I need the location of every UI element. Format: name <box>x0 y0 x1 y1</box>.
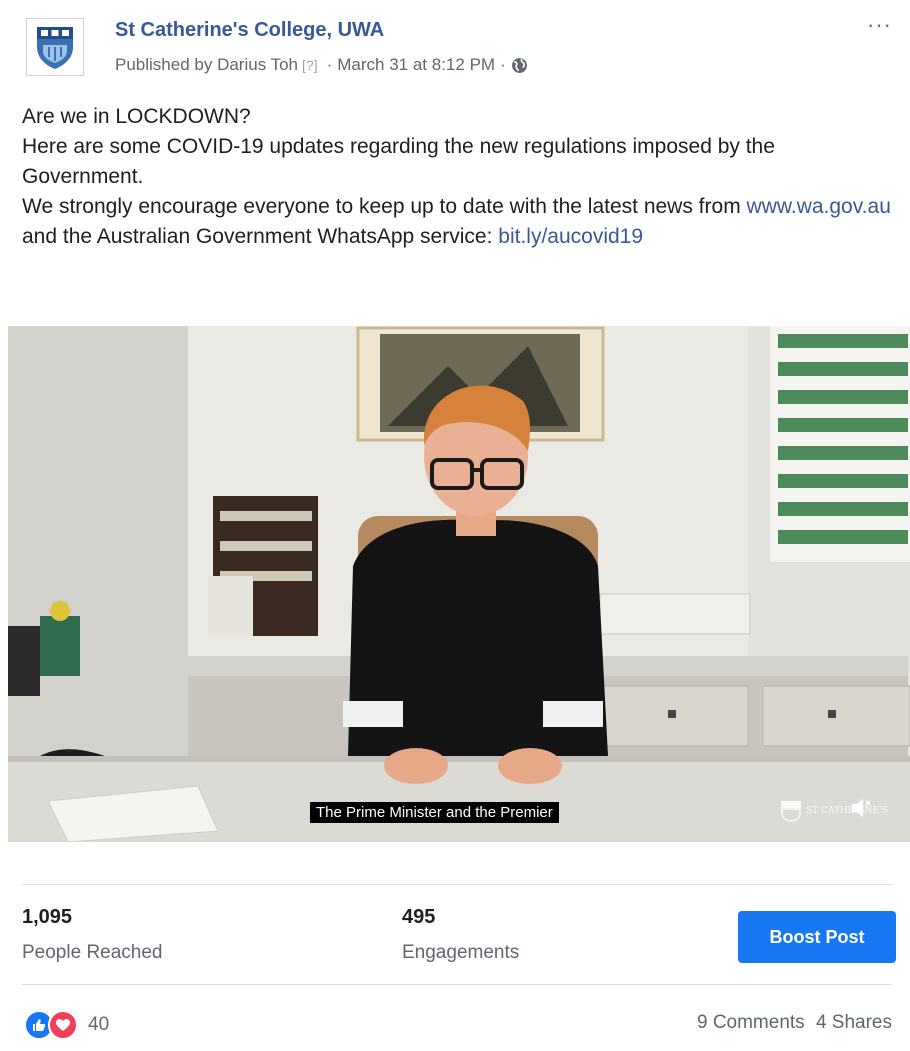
post-text: Are we in LOCKDOWN? Here are some COVID-… <box>22 102 892 252</box>
watermark-text: ST CATHERINE'S <box>806 806 888 816</box>
shares-count-link[interactable]: 4 Shares <box>816 1012 892 1033</box>
page-name-link[interactable]: St Catherine's College, UWA <box>115 19 384 42</box>
wa-gov-link[interactable]: www.wa.gov.au <box>747 195 891 218</box>
college-crest-icon <box>37 27 73 69</box>
love-reaction-icon <box>48 1010 78 1040</box>
post-text-segment: and the Australian Government WhatsApp s… <box>22 225 493 248</box>
comments-count-link[interactable]: 9 Comments <box>697 1012 805 1033</box>
separator-dot: · <box>326 55 333 74</box>
college-logo-icon <box>781 801 801 822</box>
post-text-paragraph: We strongly encourage everyone to keep u… <box>22 192 892 252</box>
published-by[interactable]: Published by Darius Toh <box>115 55 298 75</box>
more-options-button[interactable]: ··· <box>867 14 892 36</box>
post-text-line: Are we in LOCKDOWN? <box>22 105 251 128</box>
globe-icon <box>511 57 527 73</box>
video-player[interactable]: ST CATHERINE'S <box>8 326 910 842</box>
post-date[interactable]: March 31 at 8:12 PM <box>337 55 495 75</box>
divider <box>22 884 892 885</box>
engagements-value: 495 <box>402 906 436 928</box>
separator-dot: · <box>500 55 506 74</box>
reactions-summary[interactable]: 40 <box>24 1010 109 1040</box>
help-marker[interactable]: [?] <box>302 57 318 73</box>
boost-post-button[interactable]: Boost Post <box>738 911 896 963</box>
post-meta: Published by Darius Toh [?] · March 31 a… <box>115 55 528 75</box>
post-header: St Catherine's College, UWA Published by… <box>22 12 892 90</box>
engagement-counts: 9 Comments 4 Shares <box>697 1012 892 1034</box>
people-reached-value: 1,095 <box>22 906 73 928</box>
page-avatar[interactable] <box>26 18 84 76</box>
volume-muted-icon[interactable] <box>850 796 872 825</box>
video-caption: The Prime Minister and the Premier <box>310 802 559 823</box>
post-text-line: Here are some COVID-19 updates regarding… <box>22 135 775 188</box>
post-text-segment: We strongly encourage everyone to keep u… <box>22 195 741 218</box>
divider <box>22 984 892 985</box>
people-reached-label: People Reached <box>22 942 163 963</box>
reaction-count: 40 <box>88 1014 110 1035</box>
engagements-label: Engagements <box>402 942 520 963</box>
aucovid-link[interactable]: bit.ly/aucovid19 <box>498 225 643 248</box>
video-frame <box>8 326 910 842</box>
